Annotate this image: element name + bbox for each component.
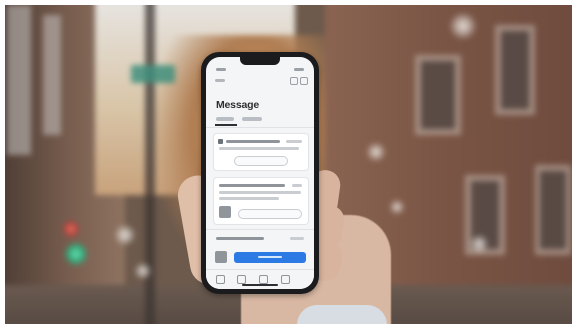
primary-action-button[interactable]: [234, 252, 306, 263]
message-heading-line: [219, 184, 285, 187]
page-title: Message: [216, 99, 259, 111]
message-card[interactable]: [213, 133, 309, 171]
bokeh-light: [450, 13, 476, 39]
nav-search-icon[interactable]: [237, 275, 246, 284]
tab-second[interactable]: [242, 117, 262, 121]
message-body-line: [219, 191, 301, 194]
message-action-button[interactable]: [234, 156, 288, 166]
compose-icon[interactable]: [300, 77, 308, 85]
section-divider: [206, 229, 314, 230]
tab-first[interactable]: [216, 117, 234, 121]
tab-divider: [206, 127, 314, 128]
traffic-light-green: [65, 243, 87, 265]
street-photo: Message: [5, 5, 572, 324]
message-body-line: [219, 147, 299, 150]
compose-meta-line: [290, 237, 304, 240]
back-icon[interactable]: [215, 79, 225, 82]
active-tab-underline: [215, 124, 237, 126]
status-battery-icon: [294, 68, 304, 71]
traffic-light-red: [63, 221, 79, 237]
message-meta-line: [292, 184, 302, 187]
bokeh-light: [367, 143, 385, 161]
right-building-window: [421, 61, 455, 129]
message-meta-line: [286, 140, 302, 143]
message-thumbnail: [219, 206, 231, 218]
status-time: [216, 68, 226, 71]
right-building-window: [501, 31, 529, 109]
nav-messages-icon[interactable]: [259, 275, 268, 284]
compose-heading-line: [216, 237, 264, 240]
street-sign: [131, 65, 175, 83]
nav-home-icon[interactable]: [216, 275, 225, 284]
phone-notch: [240, 57, 280, 65]
nav-profile-icon[interactable]: [281, 275, 290, 284]
status-bar: [214, 68, 306, 72]
phone-screen: Message: [206, 57, 314, 289]
left-building-window: [43, 15, 61, 135]
message-card[interactable]: [213, 177, 309, 225]
menu-icon[interactable]: [290, 77, 298, 85]
bokeh-light: [470, 235, 488, 253]
right-building-window: [540, 171, 566, 249]
bokeh-light: [115, 225, 135, 245]
bottom-navigation: [206, 269, 314, 289]
compose-avatar: [215, 251, 227, 263]
message-action-button[interactable]: [238, 209, 302, 219]
home-indicator: [242, 284, 278, 286]
message-heading-line: [226, 140, 280, 143]
message-body-line: [219, 197, 279, 200]
message-icon: [218, 139, 223, 144]
bokeh-light: [135, 263, 151, 279]
bokeh-light: [390, 200, 404, 214]
smartphone: Message: [201, 52, 319, 294]
left-building-window: [7, 5, 31, 155]
shirt-sleeve: [297, 305, 387, 324]
primary-action-label: [258, 256, 282, 258]
